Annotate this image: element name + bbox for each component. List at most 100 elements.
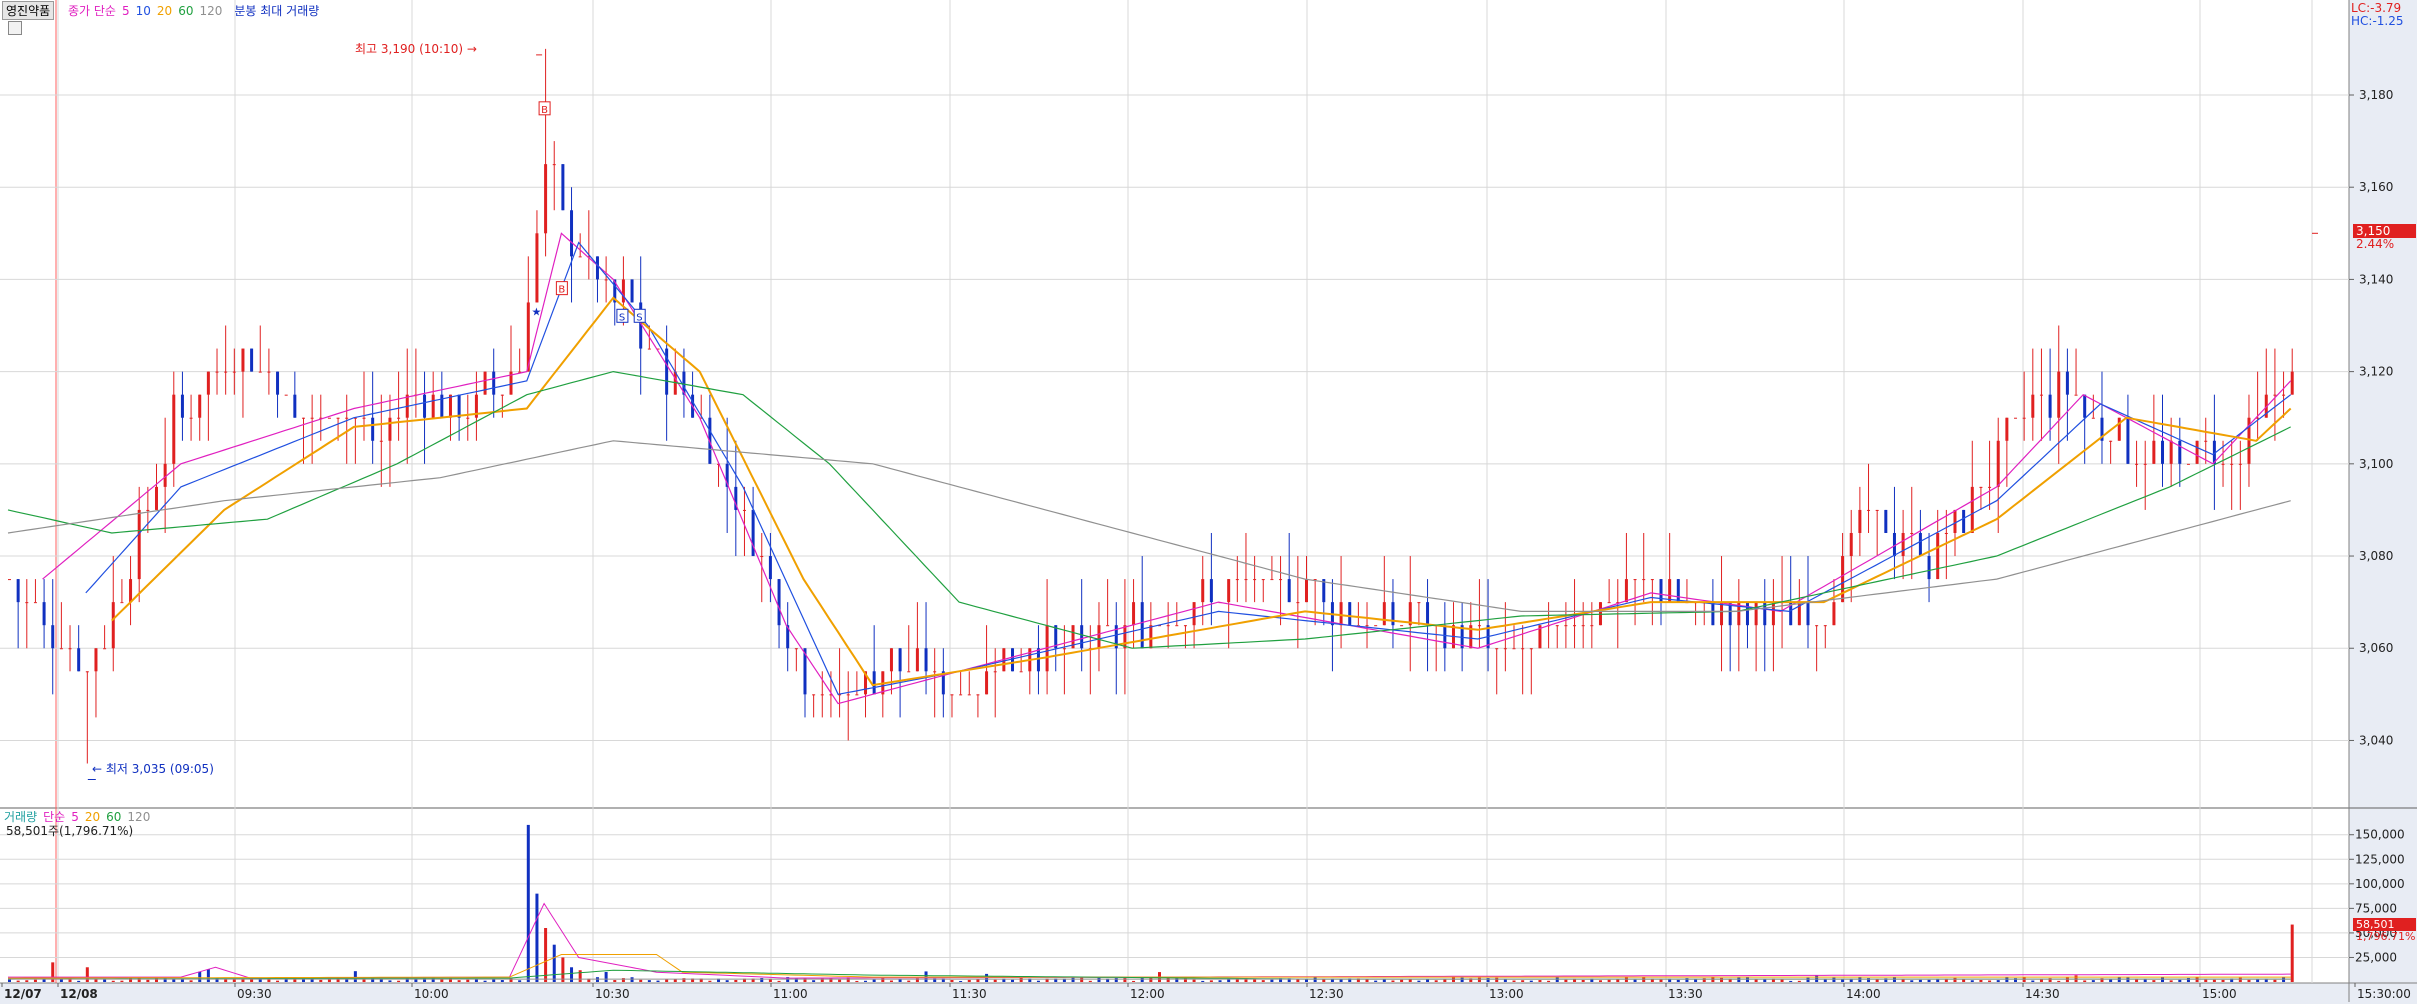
price-candle (276, 371, 280, 395)
volume-bar (2256, 979, 2260, 982)
volume-bar (1841, 979, 1845, 982)
volume-bar (85, 967, 89, 982)
volume-bar (630, 977, 634, 982)
volume-bar (1754, 979, 1758, 982)
volume-bar (907, 980, 911, 982)
volume-bar (1529, 980, 1533, 982)
price-candle (1633, 579, 1637, 581)
price-candle (327, 417, 331, 419)
price-candle (604, 279, 608, 281)
volume-bar (1910, 980, 1914, 982)
volume-bar (1477, 977, 1481, 982)
volume-bar (327, 979, 331, 982)
price-candle (1339, 602, 1343, 626)
volume-bar (77, 980, 81, 982)
x-tick-label: 12/07 (4, 987, 42, 1001)
volume-bar (1460, 977, 1464, 982)
stock-chart-root: 3,040 3,060 3,080 3,100 3,120 3,140 3,160 3,180… (0, 0, 2417, 1004)
max-volume-label: 분봉 최대 거래량 (234, 4, 320, 18)
volume-bar (189, 980, 193, 982)
low-annotation: ← 최저 3,035 (09:05) (92, 762, 214, 776)
price-candle (915, 648, 919, 672)
chart-canvas: 3,040 3,060 3,080 3,100 3,120 3,140 3,160 3,180… (0, 0, 2417, 1004)
price-candle (2135, 463, 2139, 465)
price-candle (1244, 579, 1248, 581)
price-candle (1927, 556, 1931, 580)
price-candle (8, 579, 11, 581)
price-candle (907, 671, 911, 673)
volume-bar (500, 980, 504, 982)
price-candle (51, 625, 55, 649)
price-candle (1555, 625, 1559, 627)
stock-name-box[interactable]: 영진약품 (2, 1, 55, 20)
volume-bar (544, 928, 548, 982)
volume-bar (1218, 980, 1222, 982)
ma-20-label: 20 (156, 3, 173, 18)
volume-bar (1780, 979, 1784, 982)
price-candle (2238, 463, 2242, 465)
price-candle (898, 648, 902, 672)
volume-bar (224, 979, 228, 982)
price-candle (2039, 394, 2043, 396)
volume-bar (570, 967, 574, 982)
volume-tick-label: 100,000 (2355, 877, 2405, 891)
volume-bar (1132, 980, 1136, 982)
volume-bar (1633, 979, 1637, 982)
x-tick-label: 13:00 (1489, 987, 1524, 1001)
volume-bar (1806, 977, 1810, 982)
volume-bar (561, 957, 565, 982)
price-candle (2091, 417, 2095, 419)
x-tick-label: 13:30 (1668, 987, 1703, 1001)
price-candle (1443, 625, 1447, 649)
volume-bar (1400, 979, 1404, 982)
ma-60-label: 60 (178, 3, 194, 18)
price-candle (1676, 579, 1680, 603)
price-candle (2195, 440, 2199, 464)
price-candle (1745, 602, 1749, 626)
volume-bar (2152, 980, 2156, 982)
volume-bar (120, 980, 124, 982)
volume-bar (2005, 977, 2009, 982)
price-tick-label: 3,040 (2359, 733, 2393, 747)
price-candle (172, 394, 176, 464)
price-candle (1624, 579, 1628, 603)
price-candle (1192, 602, 1196, 626)
price-candle (1166, 625, 1170, 627)
price-candle (362, 417, 366, 419)
price-candle (2161, 440, 2165, 464)
volume-bar (1036, 980, 1040, 982)
volume-bar (2221, 979, 2225, 982)
volume-bar (1097, 977, 1101, 982)
grid-toggle-icon[interactable] (8, 21, 22, 35)
price-candle (42, 602, 46, 626)
price-candle (1918, 532, 1922, 557)
volume-bar (2031, 980, 2035, 982)
price-candle (388, 417, 392, 441)
volume-bar (1538, 980, 1542, 982)
volume-bar (111, 980, 115, 982)
price-candle (2152, 440, 2156, 464)
volume-bar (319, 979, 323, 982)
volume-bar (2282, 977, 2286, 982)
price-candle (1711, 602, 1715, 626)
x-tick-label: 10:00 (414, 987, 449, 1001)
volume-bar (1832, 977, 1836, 982)
price-candle (820, 694, 824, 696)
price-candle (630, 279, 634, 303)
signal-mark-sell: S (636, 312, 642, 323)
price-candle (777, 579, 781, 626)
price-candle (267, 371, 271, 373)
price-candle (1201, 579, 1205, 603)
price-candle (1304, 579, 1308, 603)
volume-bar (1555, 977, 1559, 982)
price-candle (1426, 602, 1430, 626)
x-tick-label: 14:00 (1846, 987, 1881, 1001)
price-candle (2186, 463, 2190, 465)
price-candle (1944, 532, 1948, 534)
price-candle (985, 671, 989, 695)
price-candle (1123, 625, 1127, 649)
x-tick-label: 15:00 (2202, 987, 2237, 1001)
volume-bar (898, 979, 902, 982)
volume-bar (1659, 979, 1663, 982)
volume-bar (1858, 977, 1862, 982)
